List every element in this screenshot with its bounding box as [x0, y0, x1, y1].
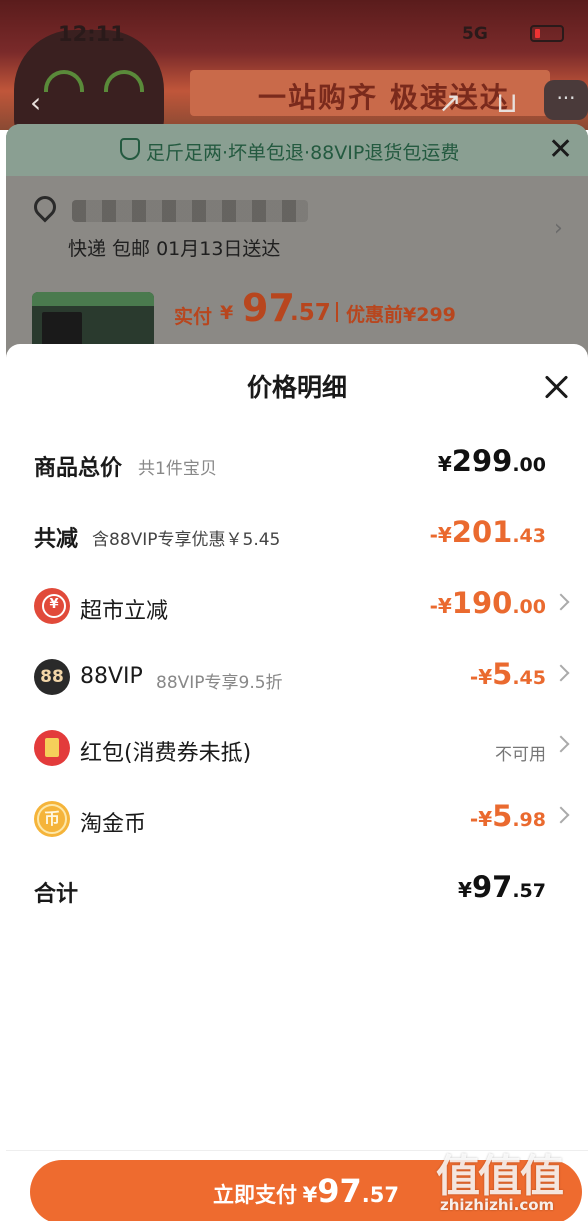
price-detail-sheet: 价格明细 商品总价 共1件宝贝 ¥299.00 共减 含88VIP专享优惠￥5.…: [6, 344, 588, 1221]
amount-integer: 5: [492, 799, 513, 833]
amount-integer: 97: [471, 870, 513, 904]
row-total-goods: 商品总价 共1件宝贝 ¥299.00: [6, 436, 588, 496]
row-amount: ¥97.57: [458, 870, 546, 904]
pay-amount-integer: 97: [317, 1172, 362, 1210]
row-red-packet[interactable]: 红包(消费券未抵) 不可用: [6, 720, 588, 780]
amount-decimal: .43: [512, 525, 546, 547]
chevron-right-icon[interactable]: ›: [554, 216, 563, 241]
amount-currency: -¥: [469, 665, 493, 689]
amount-currency: ¥: [437, 452, 452, 476]
row-amount: -¥201.43: [430, 515, 546, 549]
amount-decimal: .57: [512, 880, 546, 902]
mascot-eye: [104, 70, 144, 92]
share-icon[interactable]: ↗: [438, 86, 461, 119]
amount-integer: 5: [492, 657, 513, 691]
row-amount: -¥190.00: [430, 586, 546, 620]
row-label: 淘金币: [80, 812, 147, 837]
yen-coupon-icon: [34, 588, 70, 624]
location-pin-icon: [29, 191, 61, 223]
amount-currency: -¥: [429, 523, 452, 547]
watermark-url: zhizhizhi.com: [440, 1196, 555, 1214]
chevron-right-icon[interactable]: [552, 593, 570, 611]
close-icon[interactable]: [542, 372, 572, 402]
close-icon[interactable]: ✕: [548, 132, 573, 167]
delivery-info: 快递 包邮 01月13日送达: [68, 238, 281, 260]
row-sub: 共1件宝贝: [138, 459, 217, 479]
shield-check-icon: [120, 138, 140, 160]
chevron-right-icon[interactable]: [552, 735, 570, 753]
guarantee-text: 足斤足两·坏单包退·88VIP退货包运费: [146, 142, 460, 164]
row-amount: ¥299.00: [438, 444, 546, 478]
watermark-logo: 值值值: [436, 1151, 564, 1202]
pay-button-label: 立即支付: [213, 1183, 298, 1207]
divider: [336, 302, 338, 322]
row-total-discount: 共减 含88VIP专享优惠￥5.45 -¥201.43: [6, 507, 588, 567]
amount-decimal: .00: [512, 454, 546, 476]
amount-decimal: .45: [512, 667, 546, 689]
row-label: 合计: [34, 882, 79, 907]
amount-currency: -¥: [469, 807, 493, 831]
pay-amount-decimal: .57: [361, 1183, 399, 1207]
more-menu-icon[interactable]: ···: [544, 80, 588, 120]
paid-label: 实付: [174, 306, 213, 328]
status-network: 5G: [462, 24, 488, 44]
row-tao-coins[interactable]: 币 淘金币 -¥5.98: [6, 791, 588, 851]
battery-icon: [530, 25, 564, 42]
cart-icon[interactable]: ⊔: [496, 86, 518, 119]
row-amount: -¥5.45: [470, 657, 546, 691]
gold-coin-icon: 币: [34, 801, 70, 837]
status-time: 12:11: [58, 22, 125, 46]
chevron-right-icon[interactable]: [552, 664, 570, 682]
row-label: 共减: [34, 527, 79, 552]
chevron-right-icon[interactable]: [552, 806, 570, 824]
amount-integer: 299: [451, 444, 513, 478]
promo-banner-text: 一站购齐 极速送达: [258, 81, 510, 114]
amount-integer: 190: [451, 586, 513, 620]
paid-amount-decimal: .57: [290, 300, 331, 326]
pay-currency: ¥: [302, 1183, 318, 1207]
guarantee-bar: 足斤足两·坏单包退·88VIP退货包运费 ✕: [6, 124, 588, 176]
row-88vip[interactable]: 88 88VIP 88VIP专享9.5折 -¥5.45: [6, 649, 588, 709]
row-label: 商品总价: [34, 456, 123, 481]
row-grand-total: 合计 ¥97.57: [6, 862, 588, 922]
sheet-title: 价格明细: [246, 373, 347, 402]
thumbnail-label-strip: [32, 292, 154, 306]
amount-integer: 201: [451, 515, 513, 549]
paid-currency: ¥: [220, 302, 234, 324]
row-sub: 88VIP专享9.5折: [156, 673, 283, 693]
product-header-background: 一站购齐 极速送达 12:11 5G ‹ ↗ ⊔ ···: [0, 0, 588, 130]
watermark: 值值值 zhizhizhi.com: [432, 1140, 582, 1218]
address-redacted[interactable]: [72, 200, 308, 222]
unavailable-status: 不可用: [495, 745, 546, 765]
row-label: 超市立减: [80, 599, 169, 624]
amount-decimal: .00: [512, 596, 546, 618]
row-sub: 含88VIP专享优惠￥5.45: [92, 530, 281, 550]
88vip-icon: 88: [34, 659, 70, 695]
mascot-eye: [44, 70, 84, 92]
row-label: 红包(消费券未抵): [80, 741, 252, 766]
paid-amount-integer: 97: [242, 286, 295, 330]
row-amount: -¥5.98: [470, 799, 546, 833]
before-discount-price: 优惠前¥299: [346, 304, 456, 326]
amount-currency: -¥: [429, 594, 452, 618]
red-packet-icon: [34, 730, 70, 766]
amount-currency: ¥: [458, 878, 472, 902]
amount-decimal: .98: [512, 809, 546, 831]
row-label: 88VIP: [80, 664, 143, 689]
back-icon[interactable]: ‹: [30, 86, 41, 119]
row-supermarket-discount[interactable]: 超市立减 -¥190.00: [6, 578, 588, 638]
